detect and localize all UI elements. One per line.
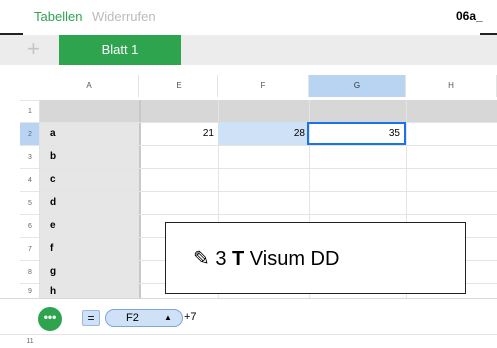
formula-bar: ••• = F2 ▲ +7: [0, 298, 497, 334]
cell-a3[interactable]: b: [50, 151, 56, 162]
annotation-suffix: Visum DD: [244, 248, 340, 270]
annotation-bold-t: T: [232, 248, 245, 270]
cell-a2[interactable]: a: [50, 128, 56, 139]
formula-reference-token[interactable]: F2 ▲: [105, 309, 183, 327]
row-header-7[interactable]: 7: [20, 237, 40, 260]
annotation-box: ✎ 3 T Visum DD: [165, 222, 466, 294]
undo-button[interactable]: Widerrufen: [92, 9, 156, 24]
column-header-h[interactable]: H: [406, 75, 497, 97]
cell-e2[interactable]: 21: [141, 122, 218, 145]
column-header-e[interactable]: E: [141, 75, 218, 97]
formula-remainder[interactable]: +7: [184, 311, 197, 323]
table-row: 11: [0, 334, 497, 348]
grid-line: [40, 145, 497, 146]
sheet-tab-blatt-1[interactable]: Blatt 1: [59, 35, 181, 65]
cell-a4[interactable]: c: [50, 174, 56, 185]
chevron-up-icon[interactable]: ▲: [164, 310, 172, 326]
cell-a8[interactable]: g: [50, 266, 56, 277]
row-header-5[interactable]: 5: [20, 191, 40, 214]
more-icon[interactable]: •••: [38, 307, 62, 331]
cell-f2[interactable]: 28: [218, 122, 309, 145]
cell-a9[interactable]: h: [50, 286, 56, 297]
document-title: 06a_: [456, 9, 483, 23]
back-to-spreadsheets-button[interactable]: Tabellen: [34, 9, 82, 24]
cell-g2[interactable]: 35: [307, 122, 406, 145]
cell-a7[interactable]: f: [50, 243, 53, 254]
row-header-11[interactable]: 11: [20, 338, 40, 345]
table-header-row[interactable]: [40, 100, 497, 122]
grid-line: [40, 168, 497, 169]
annotation-text: ✎ 3 T Visum DD: [193, 246, 339, 271]
row-header-1[interactable]: 1: [20, 100, 40, 122]
column-header-a[interactable]: A: [40, 75, 139, 97]
row-header-9[interactable]: 9: [20, 283, 40, 298]
row-header-2[interactable]: 2: [20, 122, 40, 145]
row-header-6[interactable]: 6: [20, 214, 40, 237]
grid-line: [40, 191, 497, 192]
column-header-g[interactable]: G: [309, 75, 406, 97]
row-header-8[interactable]: 8: [20, 260, 40, 283]
formula-equals-sign: =: [82, 310, 100, 326]
add-sheet-button[interactable]: +: [27, 38, 40, 60]
cell-a6[interactable]: e: [50, 220, 56, 231]
row-header-4[interactable]: 4: [20, 168, 40, 191]
pencil-icon: ✎ 3: [193, 248, 232, 270]
column-header-f[interactable]: F: [218, 75, 309, 97]
token-label: F2: [126, 312, 139, 324]
cell-a5[interactable]: d: [50, 197, 56, 208]
grid-line: [40, 214, 497, 215]
row-header-3[interactable]: 3: [20, 145, 40, 168]
sheet-tab-bar: + Blatt 1: [0, 35, 497, 65]
top-toolbar: Tabellen Widerrufen 06a_: [0, 0, 497, 35]
